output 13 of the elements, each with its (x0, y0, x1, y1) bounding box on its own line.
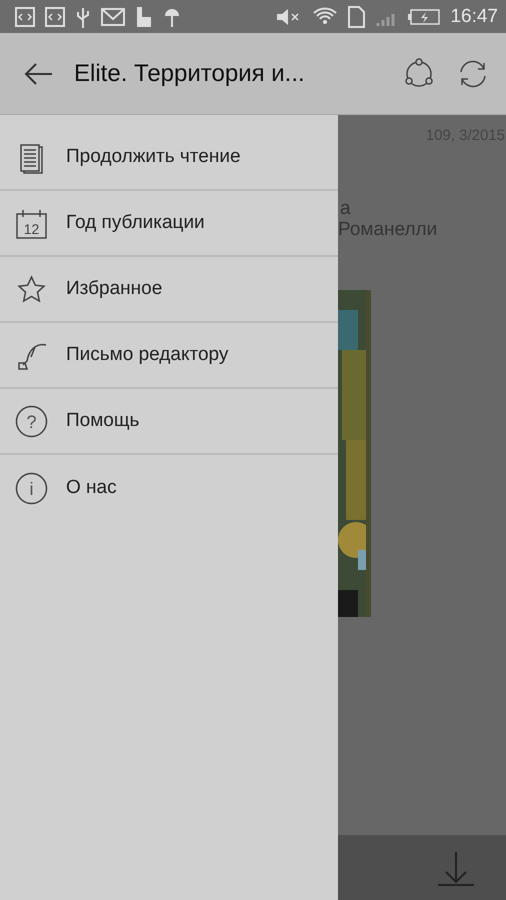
sim-card-icon (348, 6, 366, 28)
battery-icon (408, 8, 440, 24)
info-icon: i (15, 472, 48, 504)
back-arrow-icon[interactable] (24, 62, 54, 86)
star-icon (15, 272, 48, 306)
code-icon (45, 6, 65, 26)
code-icon (15, 6, 35, 26)
status-time: 16:47 (450, 6, 498, 28)
toolbar-title: Elite. Территория и... (74, 60, 306, 88)
mail-icon (101, 8, 125, 26)
help-icon: ? (15, 404, 48, 438)
usb-icon (75, 6, 91, 28)
drawer-item[interactable]: i О нас (0, 455, 338, 521)
